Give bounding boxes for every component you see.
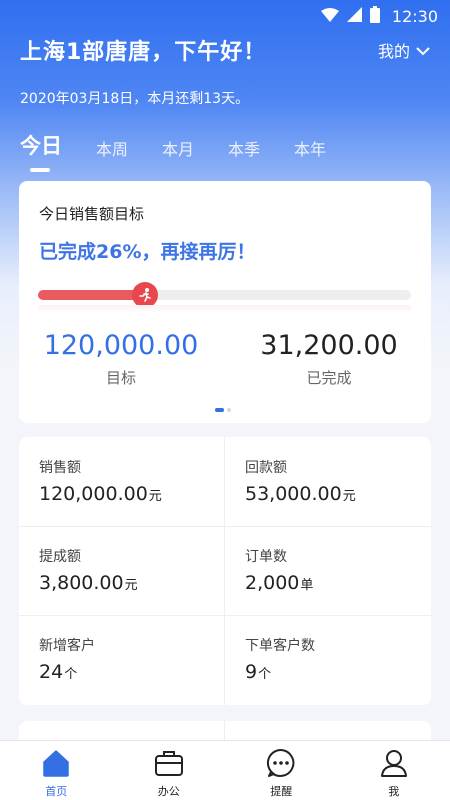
home-icon — [40, 747, 72, 779]
greeting-title: 上海1部唐唐，下午好！ — [20, 40, 267, 65]
page-dot-active — [215, 408, 224, 412]
user-icon — [378, 747, 410, 779]
header: 上海1部唐唐，下午好！ 我的 — [20, 34, 430, 66]
nav-home[interactable]: 首页 — [0, 741, 113, 800]
done-stat: 31,200.00 已完成 — [239, 329, 419, 388]
nav-label: 首页 — [45, 785, 68, 798]
stat-cell-commission[interactable]: 提成额 3,800.00元 — [19, 526, 225, 615]
stat-label: 提成额 — [39, 549, 81, 565]
stat-cell-sales[interactable]: 销售额 120,000.00元 — [19, 437, 225, 526]
stat-cell-new-customers[interactable]: 新增客户 24个 — [19, 615, 225, 704]
stat-label: 下单客户数 — [245, 638, 315, 654]
signal-icon — [346, 7, 362, 26]
stat-number: 24 — [39, 661, 64, 683]
stat-label: 订单数 — [245, 549, 287, 565]
tab-week[interactable]: 本周 — [96, 136, 128, 160]
me-dropdown-label: 我的 — [377, 42, 410, 61]
status-bar: 12:30 — [0, 0, 450, 32]
date-line: 2020年03月18日，本月还剩13天。 — [20, 91, 250, 107]
page-dot — [227, 408, 231, 412]
target-label: 目标 — [105, 369, 136, 387]
chevron-down-icon — [416, 41, 430, 60]
stat-unit: 单 — [300, 578, 314, 593]
page-indicator — [215, 408, 231, 412]
briefcase-icon — [153, 747, 185, 779]
stat-number: 9 — [245, 661, 258, 683]
stat-number: 3,800.00 — [39, 572, 124, 594]
chat-bubble-icon — [265, 747, 297, 779]
stat-value: 53,000.00元 — [245, 483, 356, 505]
nav-label: 提醒 — [270, 785, 293, 798]
bottom-nav: 首页 办公 提醒 我 — [0, 740, 450, 800]
stat-label: 新增客户 — [39, 638, 95, 654]
tab-today[interactable]: 今日 — [20, 130, 62, 172]
stat-unit: 元 — [124, 578, 138, 593]
stat-value: 120,000.00元 — [39, 483, 162, 505]
battery-icon — [369, 6, 380, 27]
done-label: 已完成 — [306, 369, 352, 387]
nav-me[interactable]: 我 — [338, 741, 450, 800]
stat-label: 销售额 — [39, 460, 81, 476]
nav-office[interactable]: 办公 — [113, 741, 226, 800]
stat-cell-ordering-customers[interactable]: 下单客户数 9个 — [225, 615, 431, 704]
stat-cell-collection[interactable]: 回款额 53,000.00元 — [225, 437, 431, 526]
nav-label: 办公 — [157, 785, 180, 798]
target-card-title: 今日销售额目标 — [39, 205, 145, 223]
target-stat: 120,000.00 目标 — [31, 329, 211, 388]
status-time: 12:30 — [391, 7, 438, 26]
stat-value: 2,000单 — [245, 572, 313, 594]
stat-unit: 个 — [258, 667, 272, 682]
wifi-icon — [320, 7, 339, 26]
stat-number: 53,000.00 — [245, 483, 342, 505]
stat-unit: 元 — [148, 489, 162, 504]
progress-track — [38, 282, 411, 308]
me-dropdown[interactable]: 我的 — [378, 38, 430, 62]
target-progress-text: 已完成26%，再接再厉！ — [39, 241, 256, 263]
nav-reminders[interactable]: 提醒 — [225, 741, 338, 800]
stat-unit: 元 — [342, 489, 356, 504]
tab-month[interactable]: 本月 — [162, 136, 194, 160]
stat-value: 9个 — [245, 661, 271, 683]
stat-label: 回款额 — [245, 460, 287, 476]
stat-number: 2,000 — [245, 572, 300, 594]
stat-cell-orders[interactable]: 订单数 2,000单 — [225, 526, 431, 615]
period-tabs: 今日 本周 本月 本季 本年 — [20, 130, 360, 172]
nav-label: 我 — [388, 785, 400, 798]
sales-target-card[interactable]: 今日销售额目标 已完成26%，再接再厉！ 120,000.00 目标 31,20… — [19, 181, 431, 423]
stats-grid-card: 销售额 120,000.00元 回款额 53,000.00元 提成额 3,800… — [19, 437, 431, 705]
stat-value: 24个 — [39, 661, 77, 683]
tab-quarter[interactable]: 本季 — [228, 136, 260, 160]
stat-value: 3,800.00元 — [39, 572, 138, 594]
tab-year[interactable]: 本年 — [294, 136, 326, 160]
target-value: 120,000.00 — [43, 330, 199, 361]
progress-fill — [38, 290, 145, 300]
stat-unit: 个 — [64, 667, 78, 682]
done-value: 31,200.00 — [260, 330, 398, 361]
progress-shadow — [38, 305, 411, 313]
stat-number: 120,000.00 — [39, 483, 148, 505]
